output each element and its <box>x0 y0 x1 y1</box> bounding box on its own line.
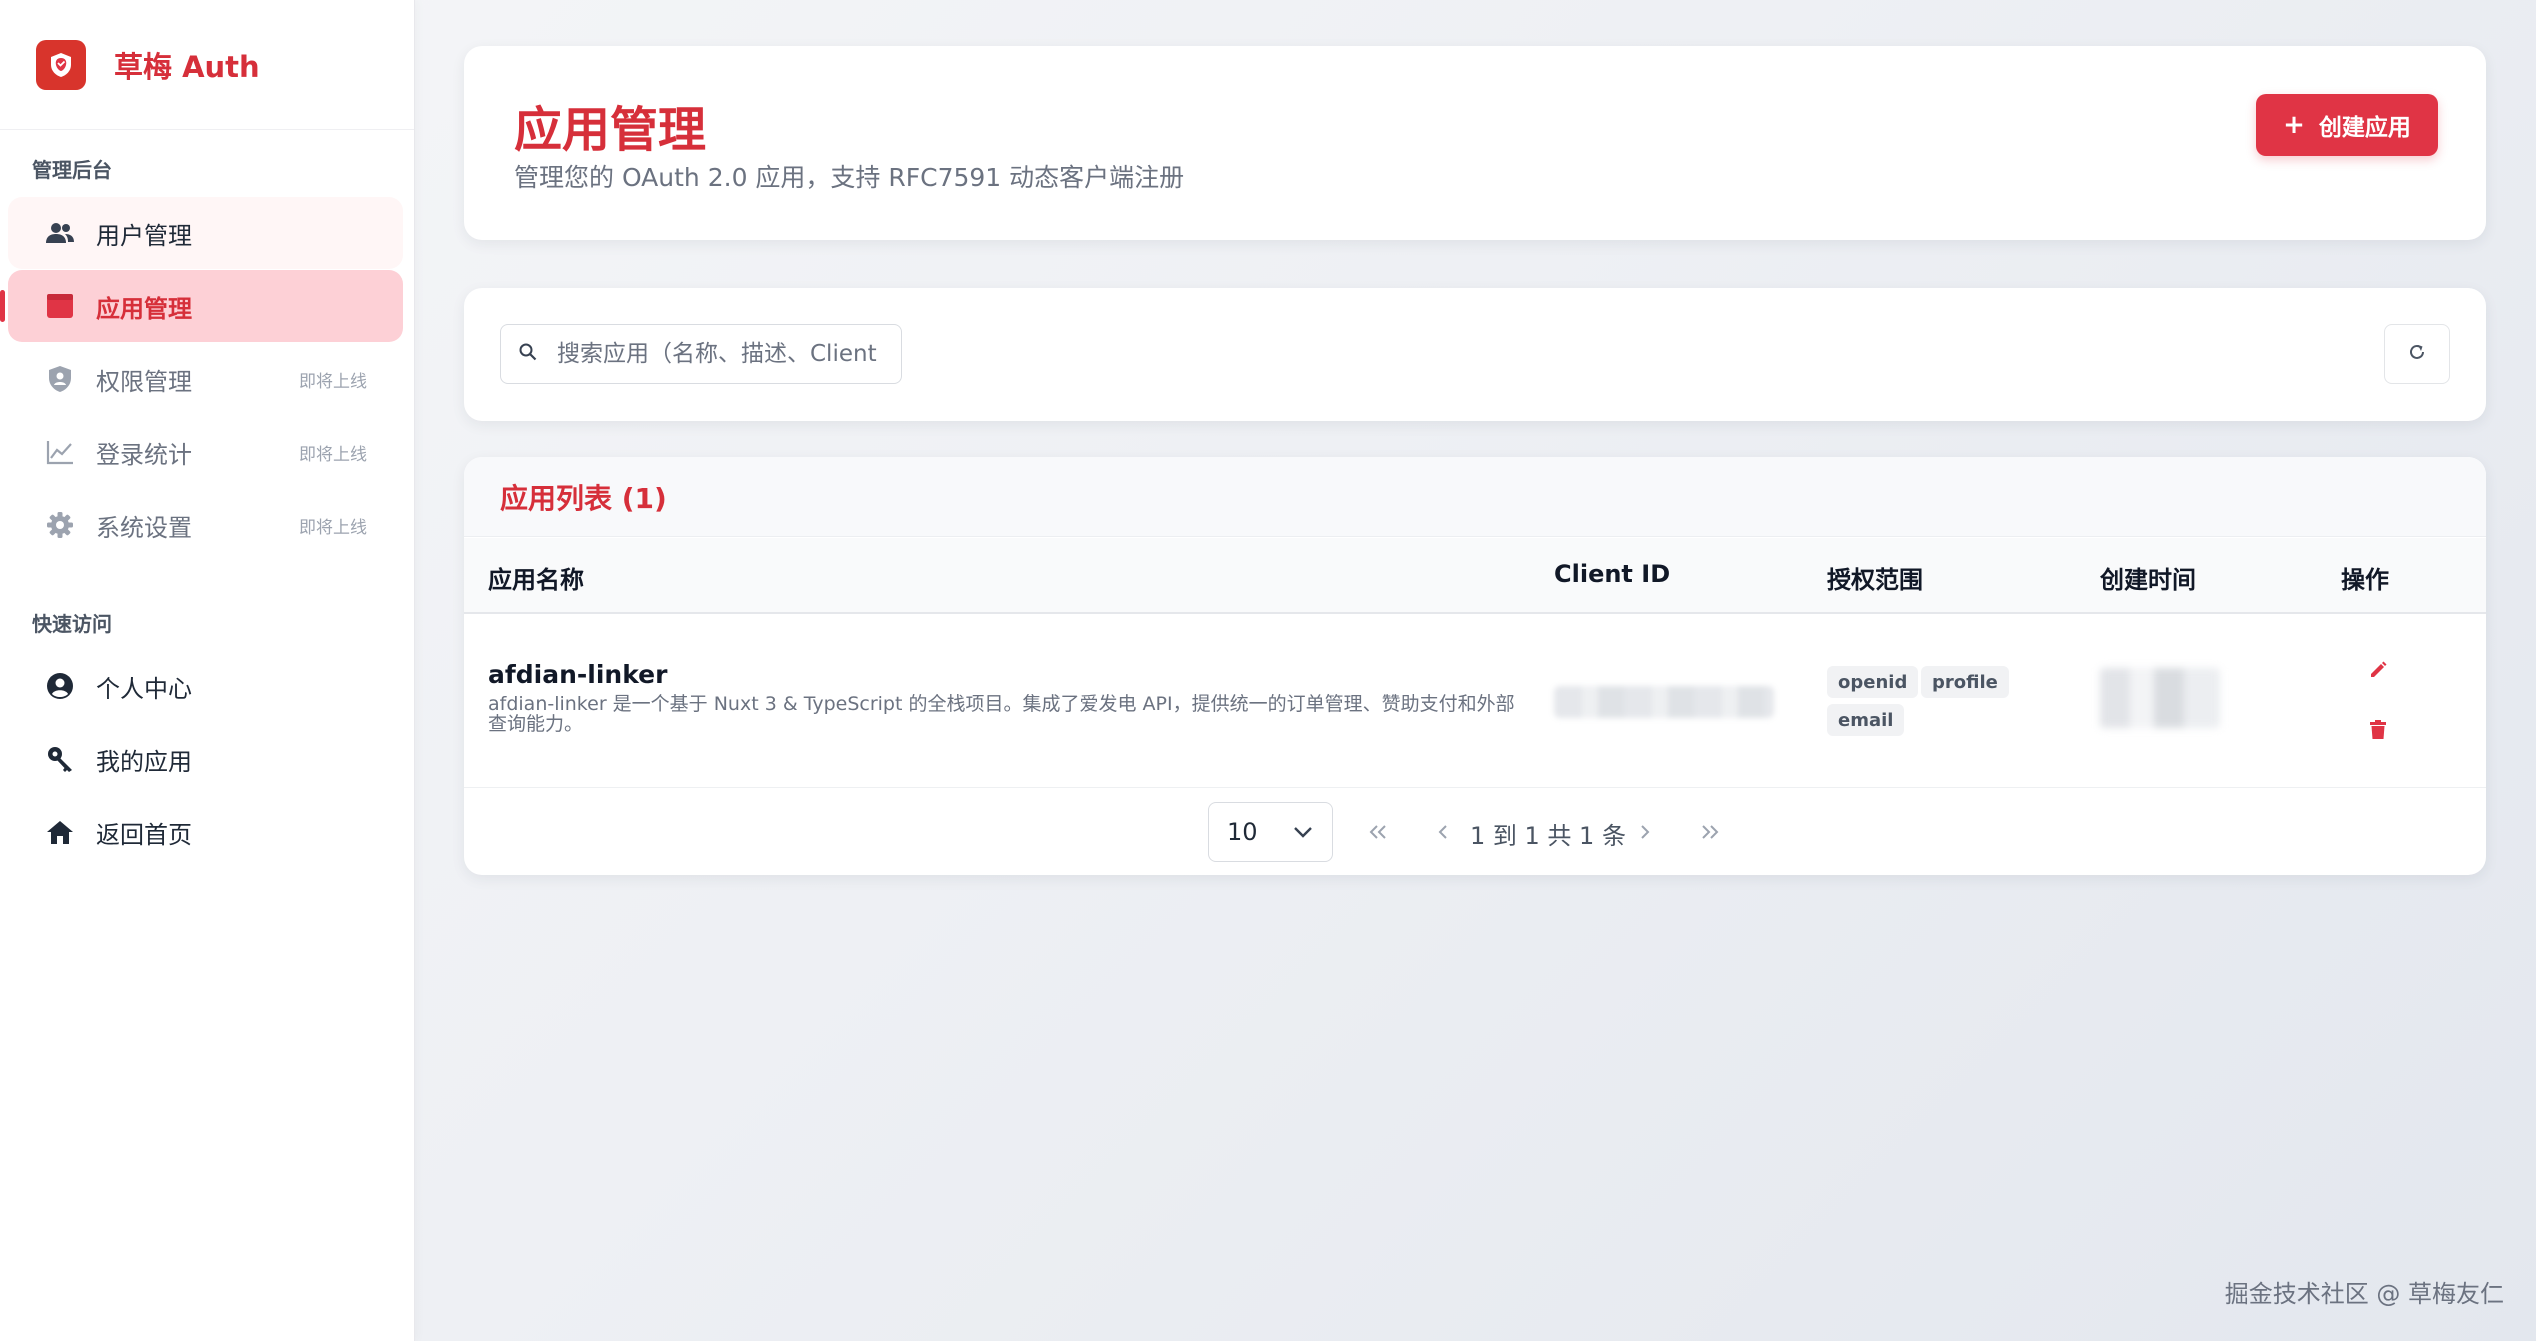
column-header-client-id[interactable]: Client ID <box>1554 560 1670 588</box>
sidebar-item-label: 我的应用 <box>96 747 192 776</box>
search-input[interactable] <box>557 341 877 367</box>
sidebar-item-label: 返回首页 <box>96 820 192 849</box>
key-icon <box>44 743 76 775</box>
page-title: 应用管理 <box>514 102 707 158</box>
coming-soon-badge: 即将上线 <box>299 444 367 465</box>
edit-icon[interactable] <box>2364 656 2392 684</box>
search-field[interactable] <box>500 324 902 384</box>
coming-soon-badge: 即将上线 <box>299 517 367 538</box>
user-circle-icon <box>44 670 76 702</box>
sidebar-item-home[interactable]: 返回首页 <box>8 796 403 868</box>
plus-icon: + <box>2283 110 2305 140</box>
scope-chip: email <box>1827 704 1905 736</box>
search-icon <box>519 343 537 365</box>
column-header-scopes[interactable]: 授权范围 <box>1827 560 1923 595</box>
coming-soon-badge: 即将上线 <box>299 371 367 392</box>
sidebar-item-permissions[interactable]: 权限管理 即将上线 <box>8 343 403 415</box>
create-app-button[interactable]: + 创建应用 <box>2256 94 2438 156</box>
sidebar-item-label: 登录统计 <box>96 440 192 469</box>
brand-logo-icon <box>36 39 86 90</box>
sidebar-item-label: 权限管理 <box>96 367 192 396</box>
sidebar-item-apps[interactable]: 应用管理 <box>0 270 403 342</box>
users-icon <box>44 217 76 249</box>
sidebar-item-users[interactable]: 用户管理 <box>8 197 403 269</box>
brand-name: 草梅 Auth <box>114 49 260 84</box>
column-header-created[interactable]: 创建时间 <box>2100 560 2196 595</box>
last-page-button[interactable] <box>1691 814 1727 850</box>
app-name[interactable]: afdian-linker <box>488 660 667 689</box>
sidebar-item-label: 系统设置 <box>96 513 192 542</box>
shield-icon <box>44 363 76 395</box>
delete-icon[interactable] <box>2364 716 2392 744</box>
table-header: 应用名称 Client ID 授权范围 创建时间 操作 <box>464 538 2486 614</box>
app-list-title: 应用列表 (1) <box>500 481 667 515</box>
page-subtitle: 管理您的 OAuth 2.0 应用，支持 RFC7591 动态客户端注册 <box>514 163 1185 192</box>
column-header-actions: 操作 <box>2341 566 2389 594</box>
app-list-card: 应用列表 (1) 应用名称 Client ID 授权范围 创建时间 操作 afd… <box>464 457 2486 875</box>
create-app-label: 创建应用 <box>2318 115 2411 141</box>
sidebar-item-profile[interactable]: 个人中心 <box>8 650 403 722</box>
page-header-card: 应用管理 管理您的 OAuth 2.0 应用，支持 RFC7591 动态客户端注… <box>464 46 2486 240</box>
search-card <box>464 288 2486 421</box>
sidebar-item-label: 用户管理 <box>96 221 192 250</box>
quick-section-title: 快速访问 <box>32 612 112 636</box>
app-icon <box>44 290 76 322</box>
table-row[interactable]: afdian-linker afdian-linker 是一个基于 Nuxt 3… <box>464 616 2486 788</box>
pagination: 10 1 到 1 共 1 条 <box>464 802 2486 862</box>
created-time-redacted <box>2100 668 2220 728</box>
sidebar-item-login-stats[interactable]: 登录统计 即将上线 <box>8 416 403 488</box>
sidebar-item-label: 个人中心 <box>96 674 192 703</box>
admin-section-title: 管理后台 <box>32 158 112 182</box>
refresh-button[interactable] <box>2384 324 2450 384</box>
scope-chip: profile <box>1921 666 2009 698</box>
sidebar-item-my-apps[interactable]: 我的应用 <box>8 723 403 795</box>
page-info: 1 到 1 共 1 条 <box>1470 822 1626 850</box>
page-size-select[interactable]: 10 <box>1208 802 1333 862</box>
app-list-header: 应用列表 (1) <box>464 457 2486 537</box>
page-size-value: 10 <box>1227 818 1258 846</box>
app-description: afdian-linker 是一个基于 Nuxt 3 & TypeScript … <box>488 693 1515 735</box>
chart-line-icon <box>44 436 76 468</box>
watermark: 掘金技术社区 @ 草梅友仁 <box>2224 1280 2504 1308</box>
sidebar-item-settings[interactable]: 系统设置 即将上线 <box>8 489 403 561</box>
scope-chip: openid <box>1827 666 1919 698</box>
gear-icon <box>44 509 76 541</box>
home-icon <box>44 816 76 848</box>
sidebar-item-label: 应用管理 <box>96 294 192 323</box>
chevron-down-icon <box>1292 821 1314 849</box>
column-header-name[interactable]: 应用名称 <box>488 560 584 595</box>
brand[interactable]: 草梅 Auth <box>0 0 414 130</box>
refresh-icon <box>2408 343 2426 365</box>
sidebar: 草梅 Auth 管理后台 用户管理 应用管理 权限管理 即将上线 登录统计 即将… <box>0 0 415 1341</box>
prev-page-button[interactable] <box>1425 814 1461 850</box>
next-page-button[interactable] <box>1627 814 1663 850</box>
first-page-button[interactable] <box>1361 814 1397 850</box>
client-id-redacted <box>1554 686 1774 718</box>
